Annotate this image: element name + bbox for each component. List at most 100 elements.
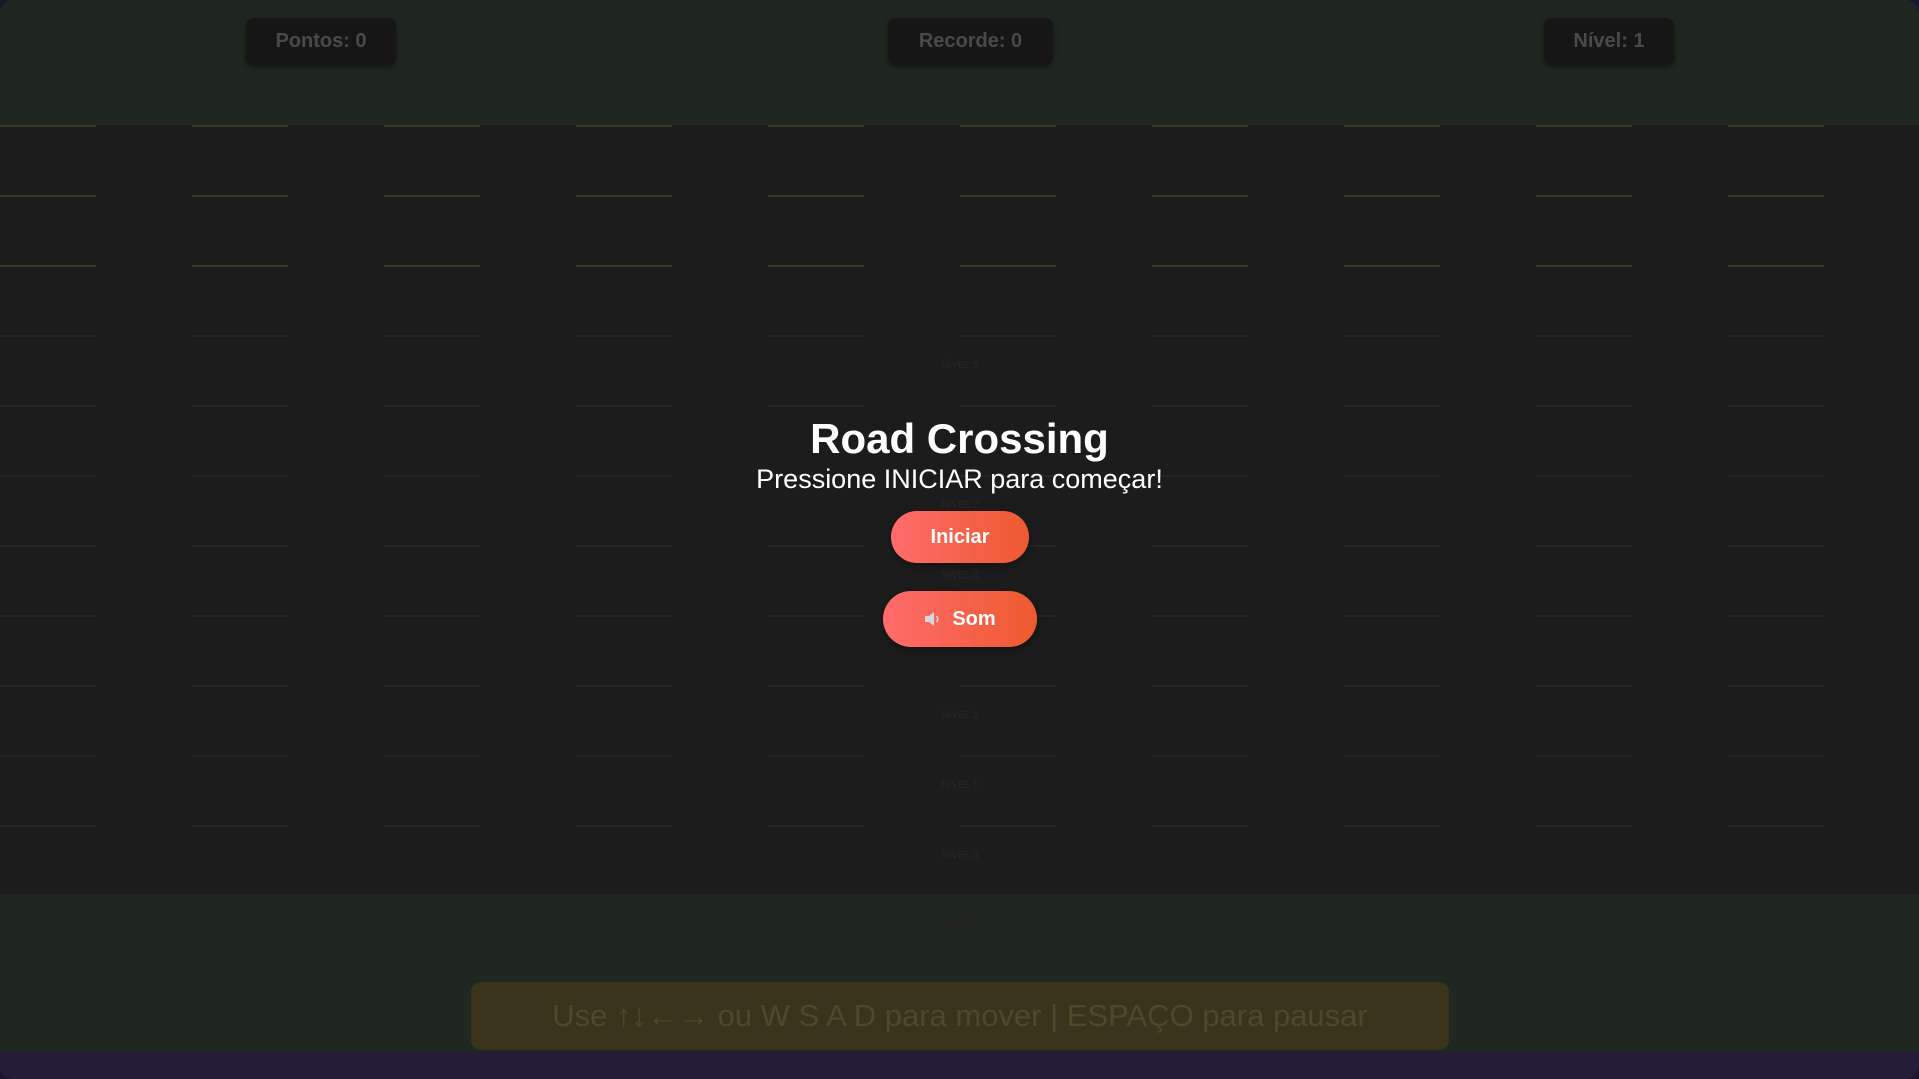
lane-dash [1536, 825, 1632, 827]
lane-dash [192, 685, 288, 687]
lane-dash [0, 825, 96, 827]
lane-dash [960, 825, 1056, 827]
lane-dash [960, 475, 1056, 477]
lane-label: NÍVEL 4 [941, 570, 979, 581]
lane-dash [1152, 755, 1248, 757]
lane-dash [1152, 405, 1248, 407]
lane-dash [960, 335, 1056, 337]
lane-dash [384, 265, 480, 267]
lane-dash [768, 545, 864, 547]
lane-dash [0, 195, 96, 197]
lane-label: NÍVEL 3 [941, 360, 979, 371]
lane-dash [0, 755, 96, 757]
lane-dash [192, 405, 288, 407]
lane-dash [768, 825, 864, 827]
lane-dash [1344, 545, 1440, 547]
lane-dash [768, 405, 864, 407]
start-button-label: Iniciar [930, 525, 990, 548]
lane-dash [576, 545, 672, 547]
lane-dash [960, 755, 1056, 757]
lane-dash [1152, 125, 1248, 127]
lane-dash [1152, 265, 1248, 267]
lane-dash [1344, 125, 1440, 127]
lane-dash [0, 125, 96, 127]
lane-dash [768, 475, 864, 477]
lane-label: NÍVEL 5 [941, 920, 979, 931]
lane-dash [192, 755, 288, 757]
lane-dash [576, 125, 672, 127]
lane-dash [384, 335, 480, 337]
lane-dash [1344, 755, 1440, 757]
lane-dash [768, 335, 864, 337]
lane-dash [1152, 825, 1248, 827]
lane-dash [576, 195, 672, 197]
lane-dash [768, 755, 864, 757]
lane-dash [1344, 265, 1440, 267]
lane-dash [1536, 755, 1632, 757]
bottom-strip [0, 1052, 1919, 1079]
lane-dash [384, 405, 480, 407]
lane-dash [1536, 265, 1632, 267]
game-frame: Pontos: 0 Recorde: 0 Nível: 1 NÍVEL 3 NÍ… [0, 0, 1919, 1079]
lane-dash [0, 265, 96, 267]
controls-instructions: Use ↑↓←→ ou W S A D para mover | ESPAÇO … [471, 982, 1449, 1050]
lane-dash [192, 545, 288, 547]
lane-dash [1536, 685, 1632, 687]
lane-dash [1152, 475, 1248, 477]
lane-dash [1344, 475, 1440, 477]
lane-dash [576, 335, 672, 337]
lane-divider [0, 335, 1919, 337]
lane-dash [1728, 475, 1824, 477]
lane-dash [384, 825, 480, 827]
lane-divider [0, 685, 1919, 687]
lane-dash [1728, 755, 1824, 757]
lane-dash [576, 265, 672, 267]
lane-dash [1728, 265, 1824, 267]
lane-dash [576, 755, 672, 757]
lane-label: NÍVEL 1 [941, 710, 979, 721]
lane-dash [384, 755, 480, 757]
lane-dash [960, 265, 1056, 267]
lane-dash [1344, 685, 1440, 687]
lane-dash [384, 195, 480, 197]
start-button[interactable]: Iniciar [891, 511, 1029, 563]
lane-label: NÍVEL 2 [941, 500, 979, 511]
lane-dash [1536, 335, 1632, 337]
lane-dash [1728, 685, 1824, 687]
lane-dash [192, 125, 288, 127]
lane-dash [576, 685, 672, 687]
lane-dash [384, 125, 480, 127]
sound-button-label: Som [952, 607, 996, 630]
lane-dash [192, 195, 288, 197]
lane-dash [192, 615, 288, 617]
lane-dash [960, 125, 1056, 127]
lane-dash [1344, 405, 1440, 407]
lane-label: NÍVEL 1 [941, 780, 979, 791]
speaker-icon [925, 612, 939, 626]
lane-dash [1344, 825, 1440, 827]
lane-dash [1728, 195, 1824, 197]
level-display: Nível: 1 [1544, 18, 1674, 65]
lane-dash [1728, 615, 1824, 617]
sound-toggle-button[interactable]: Som [883, 591, 1037, 647]
lane-dash [192, 825, 288, 827]
lane-dash [768, 125, 864, 127]
lane-dash [0, 475, 96, 477]
lane-dash [1536, 195, 1632, 197]
lane-divider [0, 825, 1919, 827]
lane-divider [0, 265, 1919, 267]
lane-divider [0, 405, 1919, 407]
lane-dash [576, 475, 672, 477]
lane-dash [0, 545, 96, 547]
lane-dash [1152, 615, 1248, 617]
lane-dash [960, 405, 1056, 407]
lane-dash [1536, 125, 1632, 127]
lane-dash [1728, 545, 1824, 547]
lane-dash [0, 335, 96, 337]
lane-dash [768, 195, 864, 197]
lane-dash [1728, 335, 1824, 337]
lane-dash [768, 615, 864, 617]
lane-dash [0, 405, 96, 407]
lane-dash [192, 475, 288, 477]
lane-dash [192, 265, 288, 267]
